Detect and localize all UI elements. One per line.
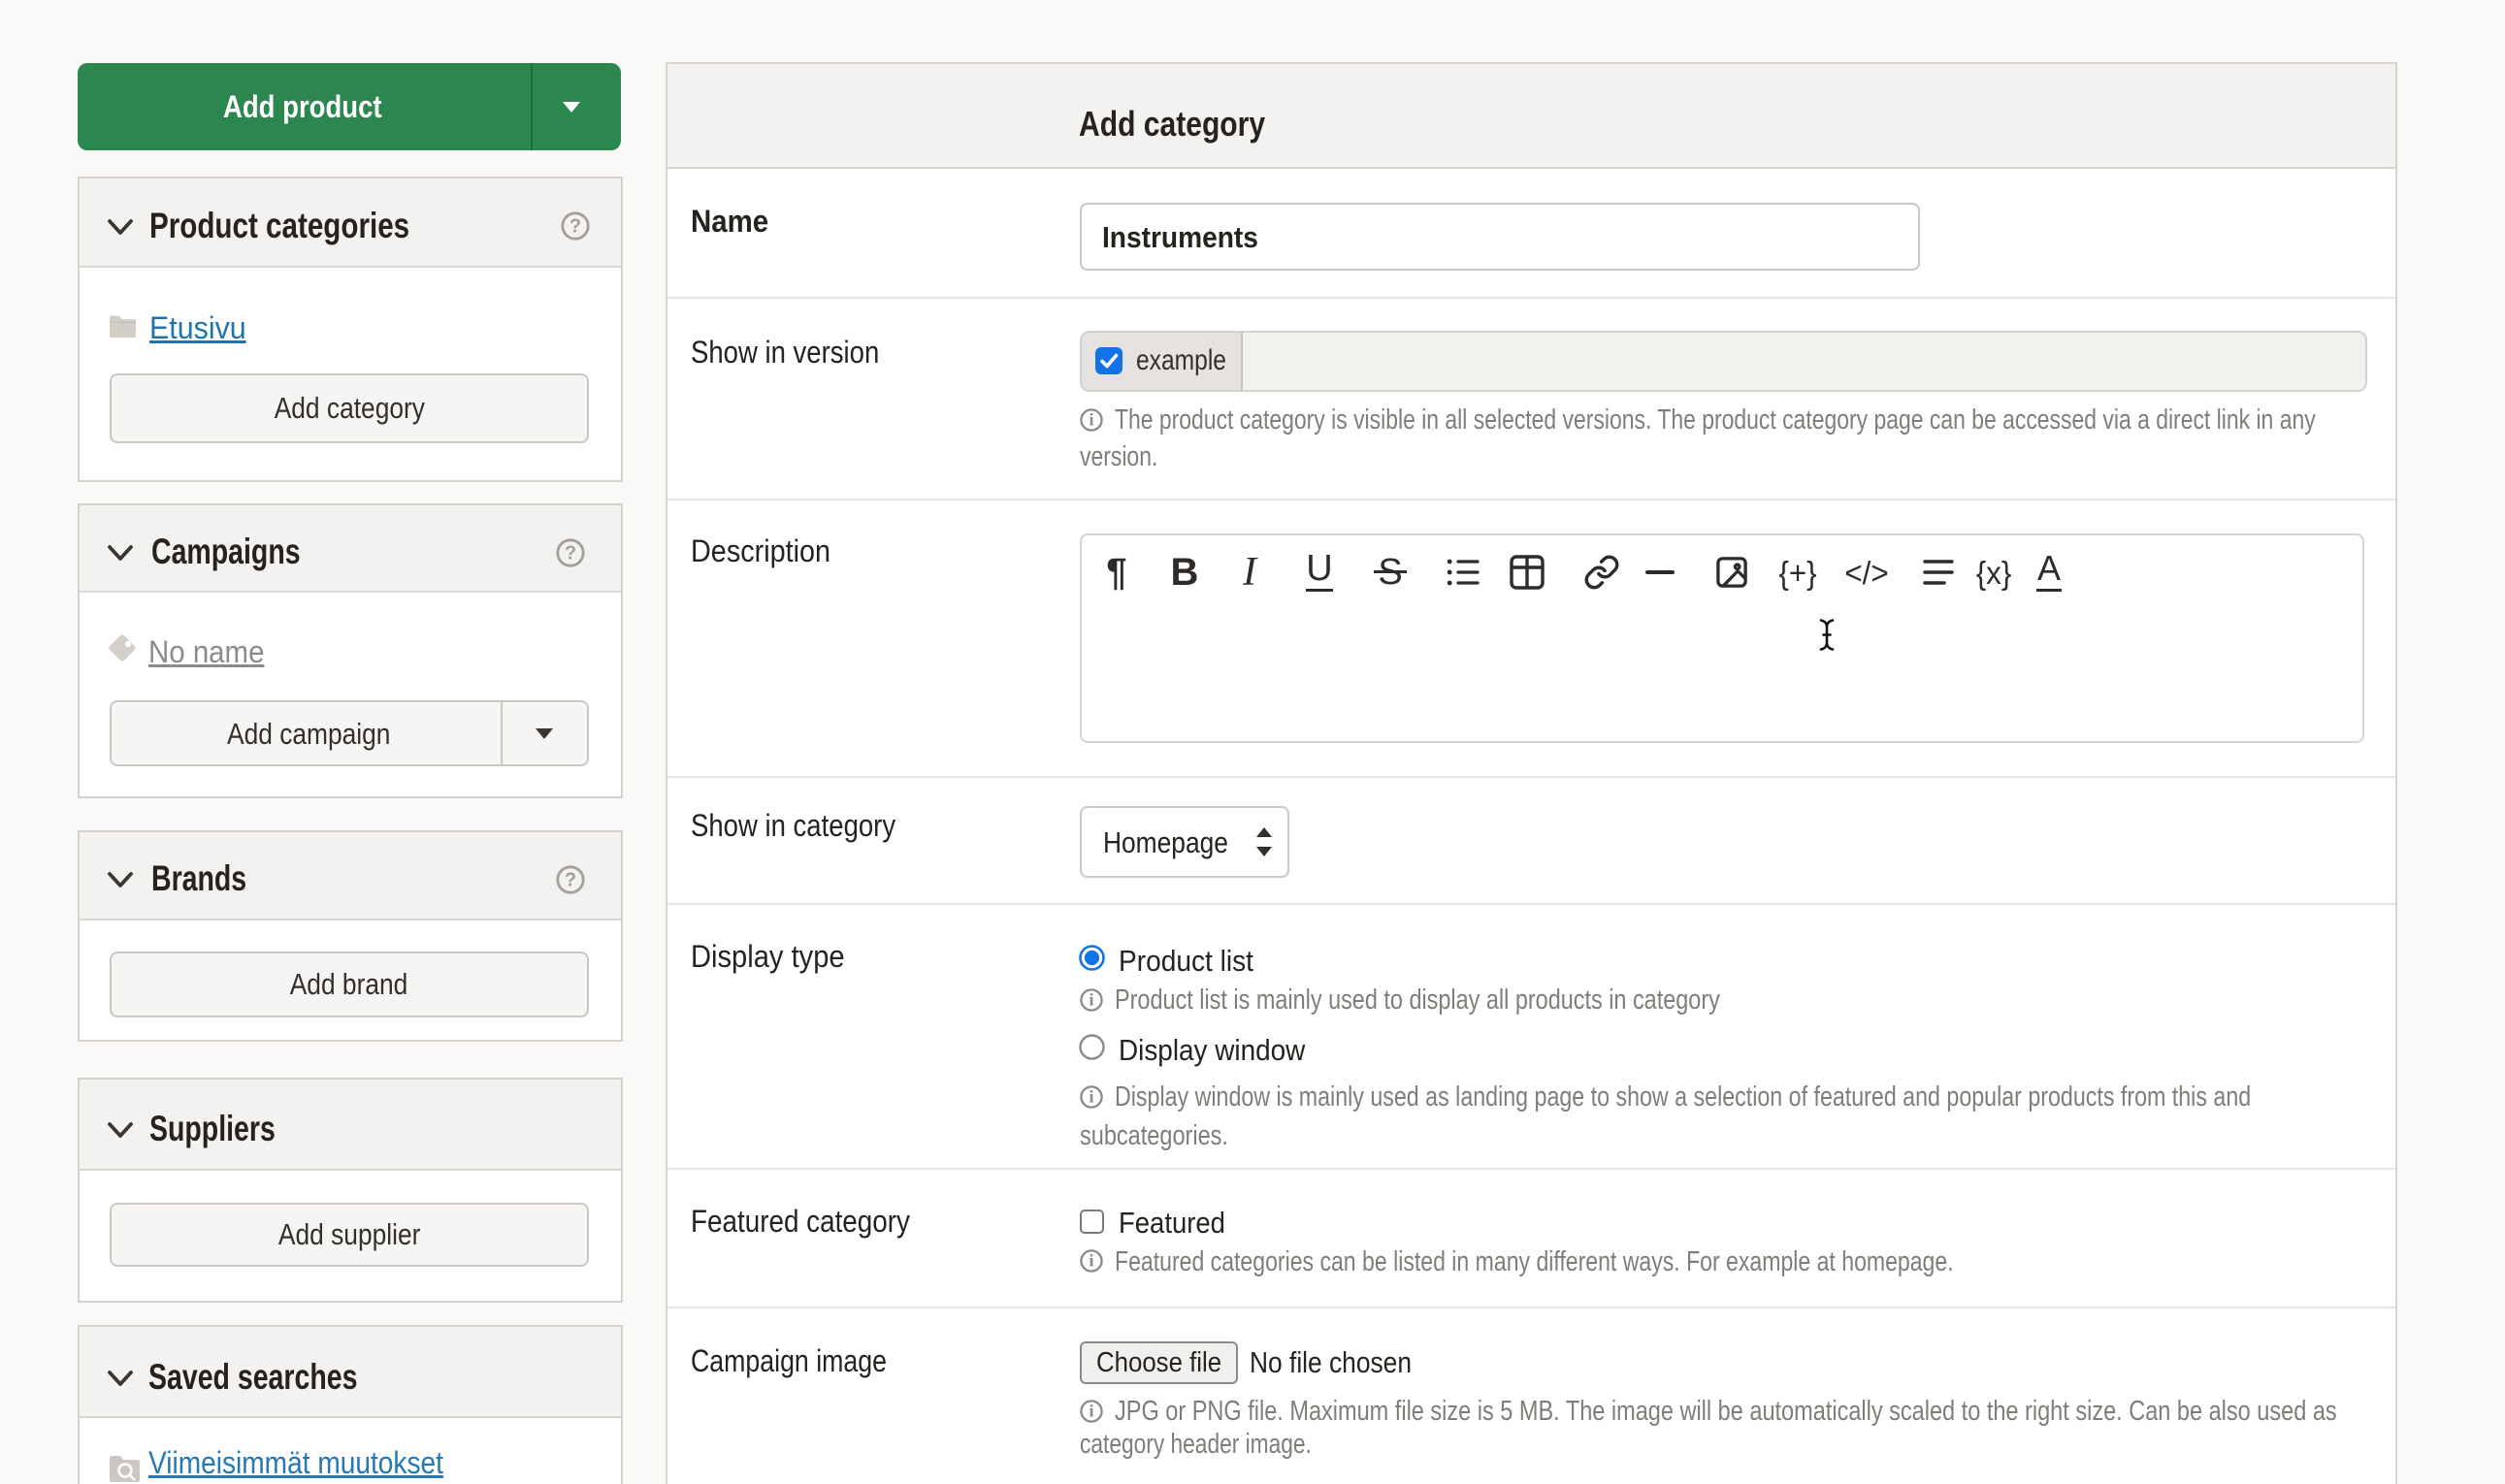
svg-text:i: i xyxy=(1089,410,1093,430)
svg-text:i: i xyxy=(1089,1087,1093,1107)
svg-text:i: i xyxy=(1089,1402,1093,1421)
svg-text:i: i xyxy=(1089,1251,1093,1271)
svg-text:?: ? xyxy=(565,543,576,565)
svg-text:?: ? xyxy=(569,216,581,238)
svg-text:i: i xyxy=(1089,990,1093,1010)
svg-text:?: ? xyxy=(565,870,576,891)
